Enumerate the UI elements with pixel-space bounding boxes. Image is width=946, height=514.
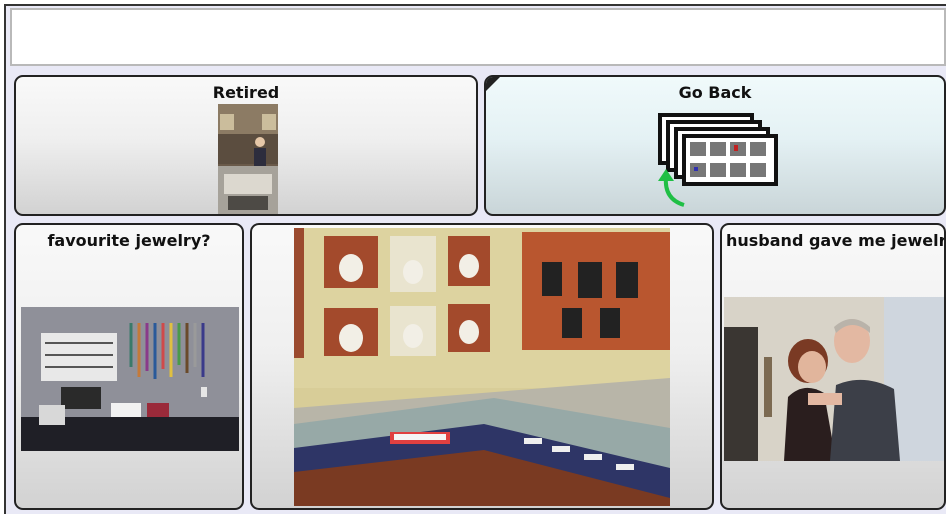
cell-store-photo[interactable] — [250, 223, 714, 510]
cell-label: husband gave me jewelry — [726, 231, 946, 250]
retired-photo — [218, 104, 278, 214]
couple-photo — [724, 297, 944, 461]
cell-label: Go Back — [678, 83, 752, 102]
cell-go-back[interactable]: Go Back — [484, 75, 946, 216]
stacked-pages-back-icon — [654, 113, 778, 209]
cell-favourite-jewelry[interactable]: favourite jewelry? — [14, 223, 244, 510]
message-bar[interactable] — [10, 8, 946, 66]
jewelry-store-photo — [294, 228, 670, 506]
cell-label: favourite jewelry? — [47, 231, 211, 250]
cell-husband-jewelry[interactable]: husband gave me jewelry — [720, 223, 946, 510]
jewelry-display-photo — [21, 307, 239, 451]
cell-label: Retired — [212, 83, 280, 102]
cell-retired[interactable]: Retired — [14, 75, 478, 216]
